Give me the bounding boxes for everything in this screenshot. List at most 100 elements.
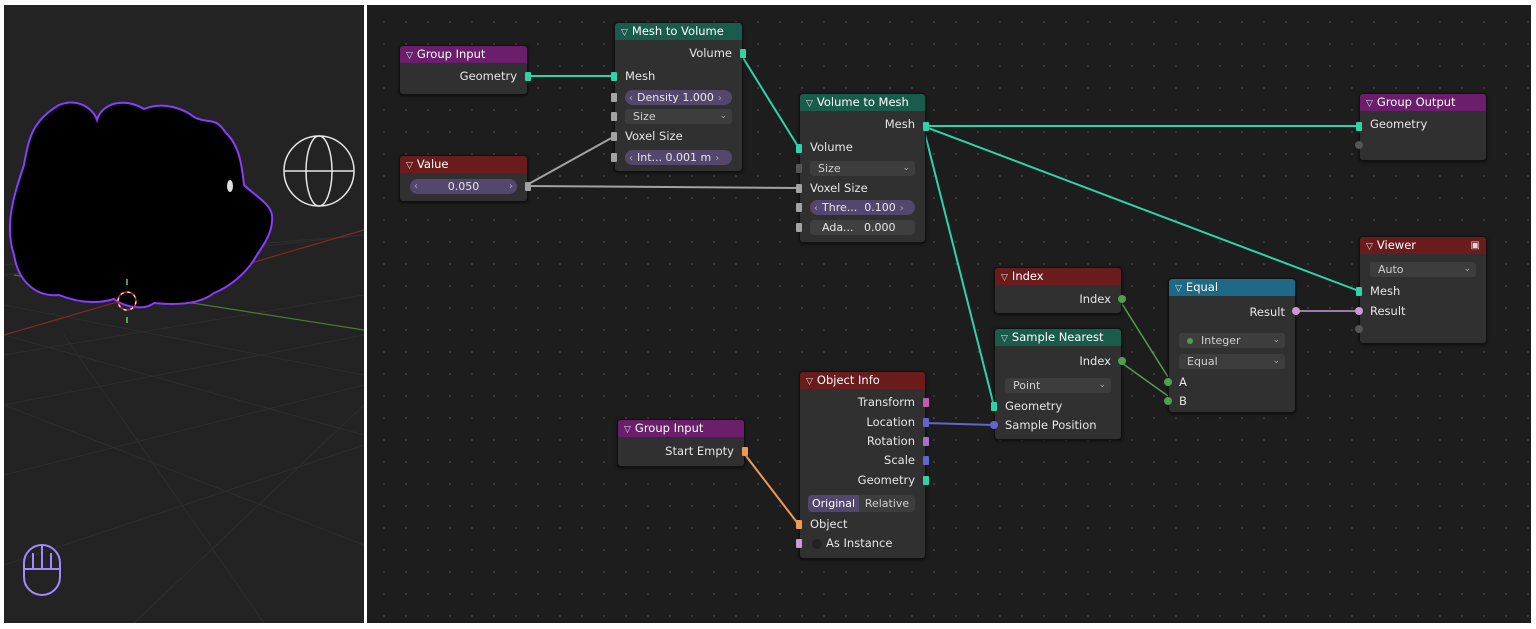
as-instance-checkbox[interactable]: [812, 538, 822, 549]
threshold-input-socket[interactable]: [796, 203, 802, 212]
domain-dropdown[interactable]: Auto ⌄: [1370, 262, 1476, 277]
empty-input-socket[interactable]: [1355, 325, 1363, 333]
adaptivity-input-socket[interactable]: [796, 223, 802, 232]
monitor-icon[interactable]: ▣: [1471, 237, 1480, 254]
chevron-down-icon: ⌄: [902, 163, 910, 173]
adaptivity-field[interactable]: Ada... 0.000: [810, 220, 915, 235]
decrement-arrow-icon[interactable]: ‹: [625, 153, 637, 164]
voxel-size-input-socket[interactable]: [611, 132, 617, 141]
gizmo-icon[interactable]: [283, 135, 355, 207]
resolution-input-socket[interactable]: [796, 164, 802, 173]
b-input-socket[interactable]: [1164, 397, 1172, 405]
input-geometry-label: Geometry: [1370, 117, 1428, 131]
empty-input-socket[interactable]: [1355, 141, 1363, 149]
geometry-output-socket[interactable]: [923, 476, 929, 485]
node-header[interactable]: ▽ Volume to Mesh: [800, 94, 925, 111]
node-header[interactable]: ▽ Group Input: [618, 420, 744, 437]
density-field[interactable]: ‹ Density 1.000 ›: [625, 90, 732, 105]
chevron-down-icon[interactable]: ▽: [1001, 270, 1008, 285]
decrement-arrow-icon[interactable]: ‹: [410, 179, 422, 194]
node-header[interactable]: ▽ Index: [995, 268, 1121, 285]
mesh-object[interactable]: [8, 101, 274, 309]
threshold-label: Thre...: [822, 201, 858, 214]
geometry-input-socket[interactable]: [1356, 122, 1362, 131]
chevron-down-icon[interactable]: ▽: [406, 158, 413, 173]
mesh-input-socket[interactable]: [611, 72, 617, 81]
start-empty-output-socket[interactable]: [742, 447, 748, 456]
group-input-node[interactable]: ▽ Group Input Geometry: [399, 45, 531, 95]
result-input-socket[interactable]: [1355, 307, 1363, 315]
decrement-arrow-icon[interactable]: ‹: [810, 203, 822, 214]
domain-dropdown[interactable]: Point ⌄: [1005, 378, 1111, 393]
mesh-to-volume-node[interactable]: ▽ Mesh to Volume Volume Mesh ‹ Density 1.0…: [611, 22, 746, 172]
chevron-down-icon[interactable]: ▽: [1366, 96, 1373, 111]
chevron-down-icon[interactable]: ▽: [1366, 239, 1373, 254]
increment-arrow-icon[interactable]: ›: [714, 93, 726, 104]
index-node[interactable]: ▽ Index Index: [994, 267, 1126, 314]
as-instance-row[interactable]: As Instance: [800, 534, 925, 552]
object-input-socket[interactable]: [796, 520, 802, 529]
resolution-mode-dropdown[interactable]: Size ⌄: [625, 109, 732, 124]
geometry-output-socket[interactable]: [525, 72, 531, 81]
data-type-dropdown[interactable]: Integer ⌄: [1179, 333, 1285, 348]
resolution-mode-dropdown[interactable]: Size ⌄: [810, 161, 915, 176]
transform-output-socket[interactable]: [923, 398, 929, 407]
equal-node[interactable]: ▽ Equal Result Integer ⌄ Equal ⌄ A B: [1164, 278, 1300, 413]
voxel-size-input-socket[interactable]: [796, 184, 802, 193]
viewport-canvas[interactable]: [4, 5, 364, 623]
node-header[interactable]: ▽ Object Info: [800, 372, 925, 389]
chevron-down-icon[interactable]: ▽: [806, 96, 813, 111]
chevron-down-icon[interactable]: ▽: [1001, 331, 1008, 346]
volume-input-socket[interactable]: [796, 144, 802, 153]
threshold-field[interactable]: ‹ Thre... 0.100 ›: [810, 200, 915, 215]
density-input-socket[interactable]: [611, 93, 617, 102]
index-output-socket[interactable]: [1118, 295, 1126, 303]
viewer-node[interactable]: ▽ Viewer ▣ Auto ⌄ Mesh Result: [1355, 236, 1487, 344]
index-output-socket[interactable]: [1118, 357, 1126, 365]
scale-output-socket[interactable]: [923, 456, 929, 465]
group-output-node[interactable]: ▽ Group Output Geometry: [1355, 93, 1487, 161]
decrement-arrow-icon[interactable]: ‹: [625, 93, 637, 104]
location-output-socket[interactable]: [923, 418, 929, 427]
value-node[interactable]: ▽ Value ‹ 0.050 ›: [399, 155, 531, 202]
increment-arrow-icon[interactable]: ›: [896, 203, 908, 214]
node-header[interactable]: ▽ Viewer ▣: [1360, 237, 1486, 254]
resolution-input-socket[interactable]: [611, 112, 617, 121]
group-input-node-2[interactable]: ▽ Group Input Start Empty: [617, 419, 748, 467]
a-input-socket[interactable]: [1164, 378, 1172, 386]
sample-nearest-node[interactable]: ▽ Sample Nearest Index Point ⌄ Geometry Sa…: [990, 328, 1126, 440]
volume-to-mesh-node[interactable]: ▽ Volume to Mesh Mesh Volume Size ⌄ Voxel …: [796, 93, 929, 243]
increment-arrow-icon[interactable]: ›: [505, 179, 517, 194]
chevron-down-icon[interactable]: ▽: [624, 422, 631, 437]
node-header[interactable]: ▽ Equal: [1169, 279, 1295, 296]
geometry-input-socket[interactable]: [991, 402, 997, 411]
value-output-socket[interactable]: [525, 182, 531, 191]
node-header[interactable]: ▽ Value: [400, 156, 527, 173]
link-location-to-sample-position: [924, 422, 995, 426]
mesh-output-socket[interactable]: [923, 122, 929, 131]
object-info-node[interactable]: ▽ Object Info Transform Location Rotation…: [796, 371, 929, 559]
node-editor[interactable]: ▽ Group Input Geometry ▽ Value ‹ 0.050 › ▽…: [367, 5, 1531, 623]
node-header[interactable]: ▽ Mesh to Volume: [615, 23, 742, 40]
node-header[interactable]: ▽ Sample Nearest: [995, 329, 1121, 346]
sample-position-input-socket[interactable]: [990, 421, 998, 429]
node-header[interactable]: ▽ Group Input: [400, 46, 527, 63]
value-field[interactable]: ‹ 0.050 ›: [410, 179, 517, 194]
rotation-output-socket[interactable]: [923, 437, 929, 446]
chevron-down-icon[interactable]: ▽: [406, 48, 413, 63]
chevron-down-icon[interactable]: ▽: [621, 25, 628, 40]
as-instance-input-socket[interactable]: [796, 539, 802, 548]
chevron-down-icon[interactable]: ▽: [806, 374, 813, 389]
mesh-input-socket[interactable]: [1356, 287, 1362, 296]
result-output-socket[interactable]: [1292, 307, 1300, 315]
interior-input-socket[interactable]: [611, 153, 617, 162]
3d-viewport[interactable]: [4, 5, 364, 623]
volume-output-socket[interactable]: [740, 49, 746, 58]
interior-band-field[interactable]: ‹ Int... 0.001 m ›: [625, 150, 732, 165]
increment-arrow-icon[interactable]: ›: [711, 153, 723, 164]
operation-dropdown[interactable]: Equal ⌄: [1179, 354, 1285, 369]
original-mode-toggle[interactable]: Original: [808, 495, 859, 512]
relative-mode-toggle[interactable]: Relative: [859, 495, 915, 512]
node-header[interactable]: ▽ Group Output: [1360, 94, 1486, 111]
chevron-down-icon[interactable]: ▽: [1175, 281, 1182, 296]
